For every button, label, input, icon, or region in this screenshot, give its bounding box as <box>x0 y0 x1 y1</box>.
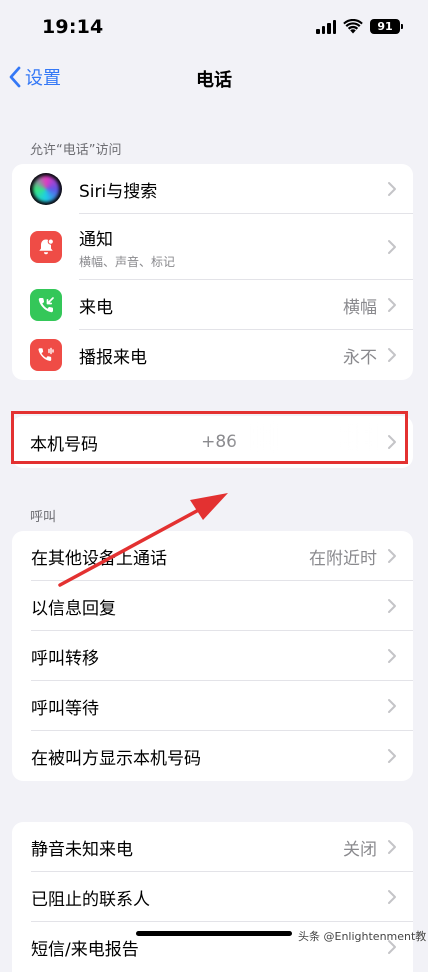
nav-bar: 设置 电话 <box>0 56 428 100</box>
settings-row-call-waiting[interactable]: 呼叫等待 <box>12 681 413 731</box>
watermark: 头条 @Enlightenment教 <box>298 930 427 943</box>
row-label: 在被叫方显示本机号码 <box>31 748 201 769</box>
row-label: 播报来电 <box>79 347 147 368</box>
home-indicator <box>136 931 292 936</box>
calls-settings-group: 在其他设备上通话 在附近时 以信息回复 呼叫转移 呼叫等待 在被叫方显示本机号码 <box>12 531 413 781</box>
chevron-right-icon <box>388 649 396 663</box>
chevron-right-icon <box>388 348 396 362</box>
row-label: 静音未知来电 <box>31 839 133 860</box>
access-settings-group: Siri与搜索 通知 横幅、声音、标记 来电 横幅 播报来电 永不 <box>12 164 413 380</box>
battery-icon: 91 <box>370 19 403 34</box>
row-sublabel: 横幅、声音、标记 <box>79 254 176 269</box>
chevron-right-icon <box>388 599 396 613</box>
settings-row-call-forwarding[interactable]: 呼叫转移 <box>12 631 413 681</box>
chevron-right-icon <box>388 435 396 449</box>
row-label: 呼叫转移 <box>31 648 99 669</box>
status-bar: 19:14 91 <box>0 0 428 56</box>
announce-calls-icon <box>30 339 62 371</box>
settings-row-announce-calls[interactable]: 播报来电 永不 <box>12 330 413 380</box>
wifi-icon <box>343 19 363 34</box>
row-label: 来电 <box>79 297 113 318</box>
section-header-calls: 呼叫 <box>30 510 57 525</box>
row-value: 关闭 <box>343 839 377 860</box>
row-label: 已阻止的联系人 <box>31 889 150 910</box>
row-value: 横幅 <box>343 297 377 318</box>
row-value: +86 <box>201 432 237 452</box>
settings-row-notifications[interactable]: 通知 横幅、声音、标记 <box>12 214 413 280</box>
notification-bell-icon <box>30 231 62 263</box>
settings-row-incoming-calls[interactable]: 来电 横幅 <box>12 280 413 330</box>
row-label: 通知 <box>79 229 113 250</box>
chevron-right-icon <box>388 840 396 854</box>
row-label: Siri与搜索 <box>79 181 158 202</box>
row-label: 本机号码 <box>30 434 98 455</box>
settings-row-calls-on-other-devices[interactable]: 在其他设备上通话 在附近时 <box>12 531 413 581</box>
row-value: 在附近时 <box>309 548 377 569</box>
chevron-right-icon <box>388 749 396 763</box>
status-icons: 91 <box>316 19 403 34</box>
settings-row-respond-with-text[interactable]: 以信息回复 <box>12 581 413 631</box>
settings-row-silence-unknown-callers[interactable]: 静音未知来电 关闭 <box>12 822 413 872</box>
section-header-allow-access: 允许“电话”访问 <box>30 143 122 158</box>
chevron-right-icon <box>388 298 396 312</box>
row-value: 永不 <box>343 347 377 368</box>
settings-row-siri-search[interactable]: Siri与搜索 <box>12 164 413 214</box>
row-label: 在其他设备上通话 <box>31 548 167 569</box>
chevron-right-icon <box>388 240 396 254</box>
chevron-right-icon <box>388 699 396 713</box>
chevron-right-icon <box>388 549 396 563</box>
chevron-right-icon <box>388 890 396 904</box>
cellular-signal-icon <box>316 19 336 34</box>
number-redaction-blur <box>238 424 378 450</box>
siri-icon <box>30 173 62 205</box>
row-label: 以信息回复 <box>31 598 116 619</box>
page-title: 电话 <box>196 70 232 91</box>
status-time: 19:14 <box>42 16 104 38</box>
settings-row-show-caller-id[interactable]: 在被叫方显示本机号码 <box>12 731 413 781</box>
settings-row-blocked-contacts[interactable]: 已阻止的联系人 <box>12 872 413 922</box>
chevron-right-icon <box>388 182 396 196</box>
incoming-call-icon <box>30 289 62 321</box>
row-label: 呼叫等待 <box>31 698 99 719</box>
